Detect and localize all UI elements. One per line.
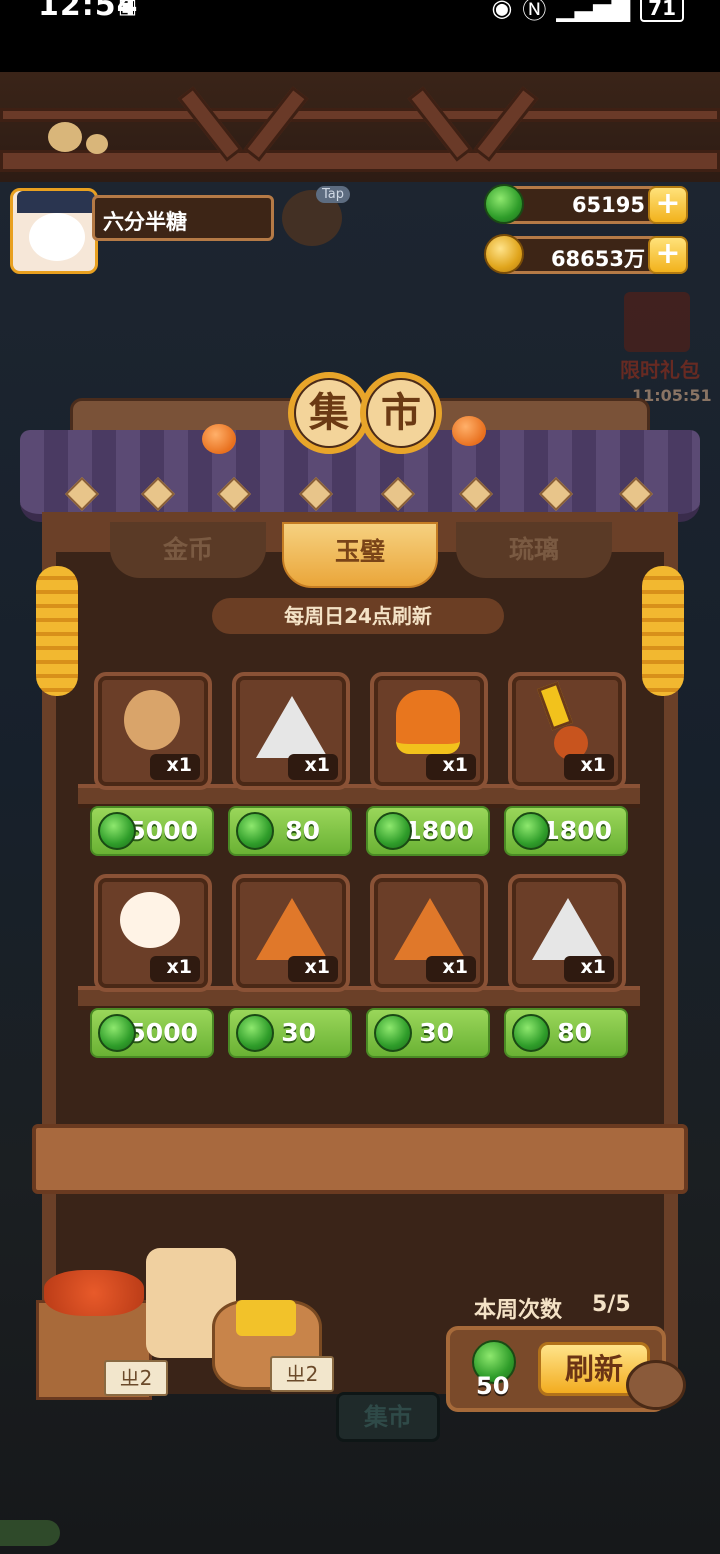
item-slot[interactable]: x1 <box>232 874 350 992</box>
jade-icon <box>98 1014 136 1052</box>
jade-icon <box>512 1014 550 1052</box>
item-slot[interactable]: x1 <box>508 672 626 790</box>
roof-beam <box>0 150 720 172</box>
price-label: 1800 <box>404 816 474 845</box>
tab-gold[interactable]: 金币 <box>110 522 266 578</box>
item-qty: x1 <box>564 956 614 982</box>
avatar-face <box>29 213 85 261</box>
tomatoes-icon <box>44 1270 144 1316</box>
buy-button[interactable]: 1800 <box>366 806 490 856</box>
white-stone-tablet-icon <box>256 696 328 758</box>
refresh-cost: 50 <box>476 1372 510 1400</box>
buy-button[interactable]: 80 <box>504 1008 628 1058</box>
coin-icon <box>484 234 524 274</box>
corn-decoration <box>642 566 684 696</box>
avatar-hat <box>17 191 95 213</box>
crate-label: ㄓ2 <box>104 1360 168 1396</box>
persimmon-decoration <box>202 424 236 454</box>
item-slot[interactable]: x1 <box>94 874 212 992</box>
gift-box-icon[interactable] <box>624 292 690 352</box>
item-slot[interactable]: x1 <box>508 874 626 992</box>
status-bar: 12:54 ▣ ◉ Ⓝ ▁▃▅▇ 71 <box>0 0 720 72</box>
jade-icon <box>374 1014 412 1052</box>
player-avatar[interactable] <box>10 188 98 274</box>
buy-button[interactable]: 30 <box>228 1008 352 1058</box>
butter-icon <box>236 1300 296 1336</box>
orange-bell-icon <box>396 690 460 754</box>
toggle-handle[interactable] <box>0 1520 60 1546</box>
bear-musician-icon <box>120 892 180 948</box>
buy-button[interactable]: 80 <box>228 806 352 856</box>
buy-button[interactable]: 1800 <box>504 806 628 856</box>
scroll-charm-icon <box>537 681 573 731</box>
item-qty: x1 <box>426 956 476 982</box>
signal-icon: ▁▃▅▇ <box>556 0 631 22</box>
roof-beam-top <box>0 108 720 122</box>
status-icons: ◉ Ⓝ ▁▃▅▇ 71 <box>491 0 684 25</box>
orange-stone-tablet-icon <box>256 898 328 960</box>
chick-decoration <box>86 134 108 154</box>
market-sign[interactable]: 集市 <box>336 1392 440 1442</box>
item-slot[interactable]: x1 <box>94 672 212 790</box>
buy-button[interactable]: 30 <box>366 1008 490 1058</box>
title-char-2: 市 <box>360 372 442 454</box>
nfc-icon: Ⓝ <box>522 0 547 24</box>
price-label: 80 <box>557 1018 592 1047</box>
tab-jade[interactable]: 玉璧 <box>282 522 438 588</box>
item-slot[interactable]: x1 <box>232 672 350 790</box>
jade-icon <box>236 1014 274 1052</box>
price-label: 30 <box>419 1018 454 1047</box>
jade-icon <box>374 812 412 850</box>
price-label: 1800 <box>542 816 612 845</box>
stall-counter <box>32 1124 688 1194</box>
price-label: 80 <box>285 816 320 845</box>
tap-badge: Tap <box>316 186 351 203</box>
buy-button[interactable]: 25000 <box>90 1008 214 1058</box>
jade-icon <box>236 812 274 850</box>
item-qty: x1 <box>288 956 338 982</box>
item-qty: x1 <box>564 754 614 780</box>
player-name: 六分半糖 <box>92 195 274 241</box>
item-slot[interactable]: x1 <box>370 874 488 992</box>
battery-indicator: 71 <box>640 0 684 22</box>
jade-balance: 65195 <box>500 186 660 224</box>
add-coin-button[interactable]: + <box>648 236 688 274</box>
add-jade-button[interactable]: + <box>648 186 688 224</box>
jade-icon <box>512 812 550 850</box>
persimmon-decoration <box>452 416 486 446</box>
eye-icon: ◉ <box>491 0 513 22</box>
white-bug-stone-icon <box>532 898 604 960</box>
item-qty: x1 <box>150 956 200 982</box>
cat-mascot-icon <box>626 1360 686 1410</box>
orange-spiral-stone-icon <box>394 898 466 960</box>
corn-decoration <box>36 566 78 696</box>
scarecrow-doll-icon <box>124 690 180 750</box>
gift-label: 限时礼包 <box>620 358 700 382</box>
price-label: 30 <box>281 1018 316 1047</box>
week-label: 本周次数 <box>474 1298 563 1323</box>
jade-icon <box>484 184 524 224</box>
crate-label: ㄓ2 <box>270 1356 334 1392</box>
notification-icon: ▣ <box>118 0 137 18</box>
item-qty: x1 <box>426 754 476 780</box>
item-qty: x1 <box>288 754 338 780</box>
item-slot[interactable]: x1 <box>370 672 488 790</box>
item-qty: x1 <box>150 754 200 780</box>
coin-balance: 68653万 <box>500 236 660 274</box>
tab-glaze[interactable]: 琉璃 <box>456 522 612 578</box>
chick-decoration <box>48 122 82 152</box>
jade-icon <box>98 812 136 850</box>
title-char-1: 集 <box>288 372 370 454</box>
buy-button[interactable]: 25000 <box>90 806 214 856</box>
week-count: 5/5 <box>592 1292 631 1317</box>
stall-roof <box>20 430 700 522</box>
refresh-note: 每周日24点刷新 <box>212 598 504 634</box>
